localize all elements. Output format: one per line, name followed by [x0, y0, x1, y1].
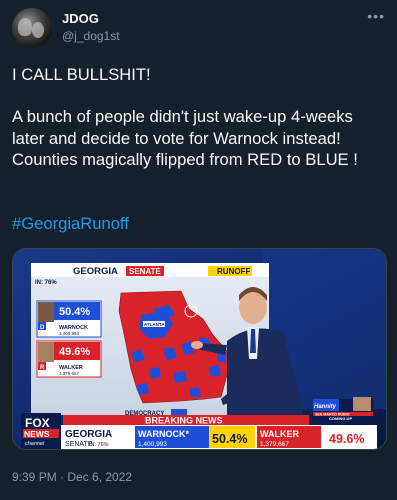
board-reporting: IN: 76%	[35, 280, 57, 286]
lower-walker-votes: 1,379,667	[260, 441, 289, 448]
display-name[interactable]: JDOG	[62, 11, 99, 26]
board-race: SENATE	[129, 267, 162, 276]
logo-channel: channel	[25, 441, 45, 447]
tweet-header: JDOG @j_dog1st •••	[12, 8, 385, 48]
tweet-timestamp[interactable]: 9:39 PM · Dec 6, 2022	[12, 470, 132, 484]
lower-warnock-votes: 1,400,993	[138, 441, 167, 448]
lower-warnock-percent: 50.4%	[212, 432, 247, 446]
broadcast-image: GEORGIA SENATE RUNOFF IN: 76% D 50.4% WA…	[13, 249, 386, 449]
more-options-icon[interactable]: •••	[367, 8, 385, 24]
tweet-text-line1: I CALL BULLSHIT!	[12, 65, 151, 84]
walker-percent: 49.6%	[59, 346, 90, 358]
walker-votes: 1,379,667	[59, 371, 80, 376]
avatar[interactable]	[12, 8, 52, 48]
lower-warnock: WARNOCK*	[138, 429, 189, 439]
warnock-percent: 50.4%	[59, 306, 90, 318]
hannity-logo: Hannity	[314, 404, 337, 410]
logo-news: NEWS	[24, 429, 50, 439]
user-handle[interactable]: @j_dog1st	[62, 29, 120, 43]
lower-walker: WALKER	[260, 429, 299, 439]
hashtag-link[interactable]: #GeorgiaRunoff	[12, 214, 129, 234]
warnock-votes: 1,400,993	[59, 331, 80, 336]
lower-reporting: IN: 76%	[89, 442, 109, 448]
board-runoff: RUNOFF	[217, 267, 250, 276]
board-title: GEORGIA	[73, 266, 118, 277]
svg-text:D: D	[40, 325, 45, 331]
tweet: JDOG @j_dog1st ••• I CALL BULLSHIT! A bu…	[0, 0, 397, 500]
svg-text:R: R	[40, 365, 45, 371]
tweet-image[interactable]: GEORGIA SENATE RUNOFF IN: 76% D 50.4% WA…	[12, 248, 387, 450]
breaking-news-label: BREAKING NEWS	[145, 416, 223, 426]
tweet-text-line2: A bunch of people didn't just wake-up 4-…	[12, 107, 358, 169]
logo-fox: FOX	[25, 416, 50, 430]
atlanta-label: ATLANTA	[144, 322, 165, 327]
lower-walker-percent: 49.6%	[329, 432, 364, 446]
promo-line2: COMING UP	[329, 416, 352, 421]
lower-state: GEORGIA	[65, 429, 112, 440]
